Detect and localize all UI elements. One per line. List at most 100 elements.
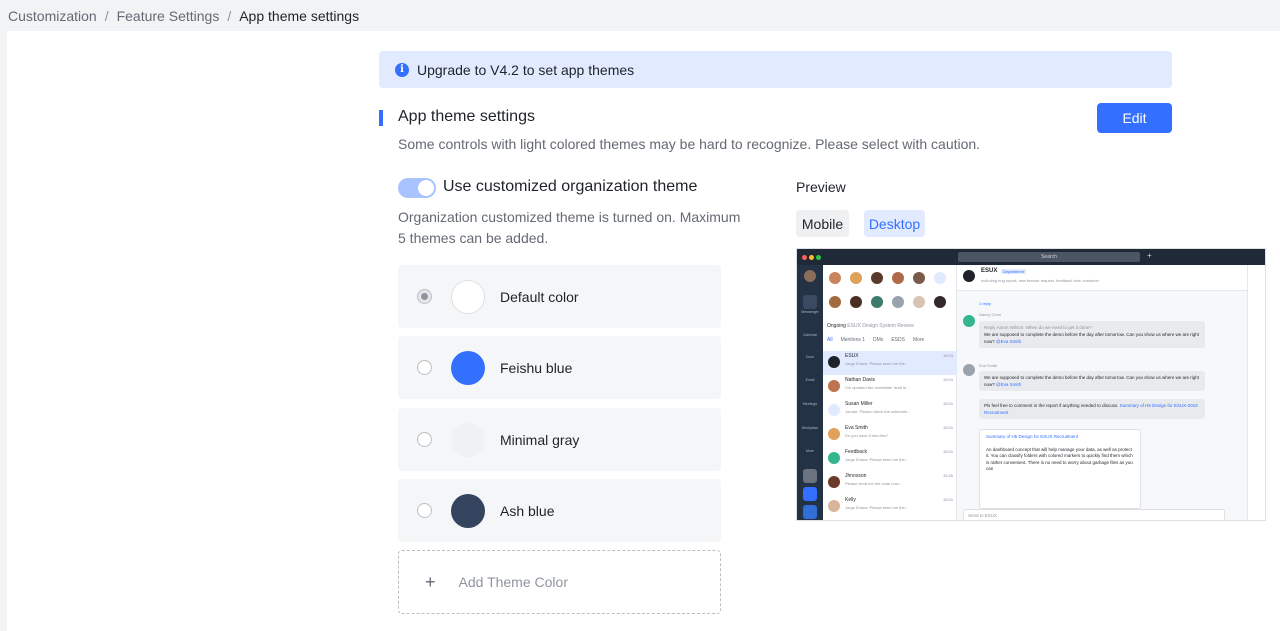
preview-list-tab: Mentions 1 <box>840 337 866 343</box>
chat-name: Nathan Davis <box>845 377 876 383</box>
theme-name: Feishu blue <box>500 359 573 376</box>
contact-avatar <box>829 272 841 284</box>
preview-search-bar: Search <box>958 252 1140 262</box>
theme-option-minimal-gray[interactable]: Minimal gray <box>398 408 721 471</box>
preview-search-text: Search <box>1041 254 1057 260</box>
close-dot <box>802 255 807 260</box>
contact-avatar <box>892 296 904 308</box>
messenger-icon <box>803 295 817 309</box>
preview-list-tab: All <box>827 337 833 343</box>
breadcrumb-item-customization[interactable]: Customization <box>8 8 97 24</box>
preview-nav-label: Email <box>805 378 815 382</box>
theme-radio[interactable] <box>417 360 432 375</box>
theme-option-feishu-blue[interactable]: Feishu blue <box>398 336 721 399</box>
preview-nav-label: Workplace <box>801 426 819 430</box>
message-input-placeholder: Send to ESUX <box>968 513 998 518</box>
preview-list-tabs: All Mentions 1 DMs ESDS More <box>827 337 924 343</box>
breadcrumb-current: App theme settings <box>239 7 360 24</box>
chat-preview: Jorge Evans: Please send me the... <box>845 457 909 462</box>
preview-tab-desktop[interactable]: Desktop <box>864 210 925 237</box>
message-bubble: Reply Aaron Wilson: When do we need to g… <box>979 321 1205 348</box>
chat-time: 15:00 <box>942 497 953 502</box>
contact-avatar <box>892 272 904 284</box>
preview-list-tab: DMs <box>873 337 884 343</box>
desktop-preview-image: Search + Messenger Calendar Docs Email M… <box>796 248 1266 521</box>
main-content: i Upgrade to V4.2 to set app themes App … <box>7 31 1280 631</box>
contact-avatar <box>934 272 946 284</box>
list-item: Nathan Davis I've updated the newsletter… <box>823 375 957 399</box>
list-item: Susan Miller Jordan: Please check the sc… <box>823 399 957 423</box>
chat-time: 15:00 <box>942 425 953 430</box>
theme-name: Minimal gray <box>500 431 580 448</box>
section-description: Some controls with light colored themes … <box>398 136 981 152</box>
list-item: Feedback Jorge Evans: Please send me the… <box>823 447 957 471</box>
list-item: ESUX Jorge Evans: Please send me the... … <box>823 351 957 375</box>
theme-option-ash-blue[interactable]: Ash blue <box>398 479 721 542</box>
add-theme-color-button[interactable]: + Add Theme Color <box>398 550 721 614</box>
edit-button[interactable]: Edit <box>1097 103 1172 133</box>
mention-link: @Eva Smith <box>996 339 1022 344</box>
contact-avatar <box>828 428 840 440</box>
theme-radio[interactable] <box>417 432 432 447</box>
mention-link: @Eva Smith <box>996 382 1022 387</box>
contact-avatar <box>829 296 841 308</box>
theme-swatch <box>451 493 485 528</box>
preview-tab-mobile[interactable]: Mobile <box>796 210 849 237</box>
chat-time: 15:04 <box>942 377 953 382</box>
org-theme-toggle[interactable] <box>398 178 436 198</box>
group-avatar <box>963 270 975 282</box>
breadcrumb-item-feature-settings[interactable]: Feature Settings <box>117 8 220 24</box>
chat-time: 15:00 <box>942 449 953 454</box>
sender-avatar <box>963 315 975 327</box>
message-bubble: Pls feel free to comment in the report i… <box>979 399 1205 419</box>
chat-name: Eva Smith <box>845 425 868 431</box>
preview-nav-label: Docs <box>806 355 814 359</box>
preview-user-avatar <box>804 270 816 282</box>
chat-name: ESUX <box>845 353 859 359</box>
ongoing-text: ESUX Design System Review <box>847 323 914 329</box>
preview-right-toolbar <box>1247 265 1265 520</box>
theme-swatch <box>451 279 485 314</box>
sender-name: Eva Smith <box>979 363 998 368</box>
reply-count: 1 reply <box>979 301 992 306</box>
breadcrumb-separator: / <box>227 7 232 24</box>
doc-card: Summary of H5 Design for ESUX Recruitmen… <box>979 429 1141 509</box>
preview-chat-panel: ESUX Department Including bug report, ne… <box>957 265 1247 520</box>
theme-radio[interactable] <box>417 503 432 518</box>
plus-icon: + <box>425 571 436 592</box>
message-text: Pls feel free to comment in the report i… <box>984 403 1119 408</box>
notice-text: Upgrade to V4.2 to set app themes <box>417 61 635 78</box>
preview-nav-label: Meetings <box>802 402 818 406</box>
app-icon <box>803 505 817 519</box>
theme-option-default-color[interactable]: Default color <box>398 265 721 328</box>
contact-avatar <box>913 272 925 284</box>
preview-list-tab: More <box>912 337 925 343</box>
theme-swatch <box>451 350 485 385</box>
chat-time: 15:45 <box>942 473 953 478</box>
preview-chat-header: ESUX Department Including bug report, ne… <box>957 265 1247 291</box>
contact-avatar <box>871 272 883 284</box>
chat-preview: Jorge Evans: Please send me the... <box>845 361 909 366</box>
contact-avatar <box>828 380 840 392</box>
chat-preview: I've updated the newsletter draft in... <box>845 385 910 390</box>
chat-preview: Do you have 5 minutes? <box>845 433 889 438</box>
chat-preview: Jordan: Please check the schedule... <box>845 409 911 414</box>
doc-card-title: Summary of H5 Design for ESUX Recruitmen… <box>986 434 1079 439</box>
breadcrumb: Customization / Feature Settings / App t… <box>0 0 1280 31</box>
list-item: Kelly Jorge Evans: Please send me the...… <box>823 495 957 519</box>
department-badge: Department <box>1001 269 1026 274</box>
preview-nav-rail: Messenger Calendar Docs Email Meetings W… <box>797 265 823 520</box>
upgrade-notice: i Upgrade to V4.2 to set app themes <box>379 51 1172 88</box>
list-item: Jhnosson Please send me the code now... … <box>823 471 957 495</box>
theme-radio[interactable] <box>417 289 432 304</box>
minimize-dot <box>809 255 814 260</box>
contact-avatar <box>850 272 862 284</box>
contact-avatar <box>850 296 862 308</box>
contact-avatar <box>828 404 840 416</box>
chat-title: ESUX <box>981 268 998 274</box>
theme-name: Default color <box>500 288 579 305</box>
app-icon <box>803 469 817 483</box>
contact-avatar <box>934 296 946 308</box>
org-theme-toggle-label: Use customized organization theme <box>443 178 698 195</box>
message-input: Send to ESUX <box>963 509 1225 520</box>
